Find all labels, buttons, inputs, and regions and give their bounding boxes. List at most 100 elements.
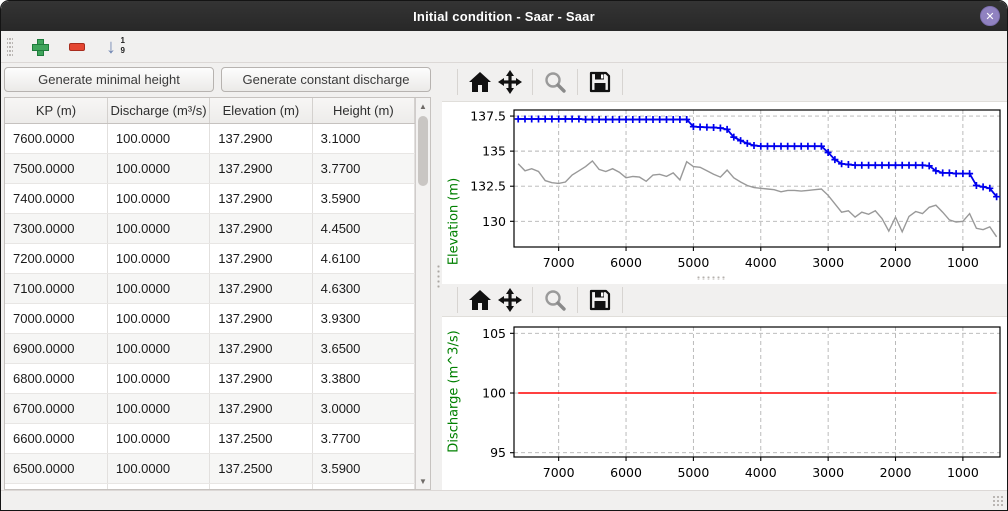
pan-button[interactable] xyxy=(495,285,525,315)
cell-height[interactable]: 4.6100 xyxy=(312,243,414,273)
sort-button[interactable]: ↓ 19 xyxy=(103,35,127,59)
table-row: 7300.0000100.0000137.29004.4500 xyxy=(5,213,415,243)
x-tick-label: 1000 xyxy=(947,465,979,480)
titlebar[interactable]: Initial condition - Saar - Saar ✕ xyxy=(1,1,1007,31)
cell-kp[interactable]: 7400.0000 xyxy=(5,183,107,213)
app-toolbar: ↓ 19 xyxy=(1,31,1007,63)
cell-kp[interactable]: 7300.0000 xyxy=(5,213,107,243)
remove-row-button[interactable] xyxy=(65,35,89,59)
cell-kp[interactable]: 6800.0000 xyxy=(5,363,107,393)
home-icon xyxy=(468,70,492,94)
sort-arrow-glyph: ↓ xyxy=(106,36,116,58)
cell-kp[interactable]: 6900.0000 xyxy=(5,333,107,363)
elevation-plot[interactable]: 7000600050004000300020001000137.5135132.… xyxy=(442,102,1007,282)
scrollbar-thumb[interactable] xyxy=(418,116,428,186)
cell-discharge[interactable]: 100.0000 xyxy=(107,243,209,273)
cell-elevation[interactable]: 137.2900 xyxy=(210,393,312,423)
cell-height[interactable]: 3.9300 xyxy=(312,303,414,333)
x-tick-label: 1000 xyxy=(947,255,979,270)
cell-elevation[interactable]: 137.2900 xyxy=(210,333,312,363)
cell-kp[interactable]: 7500.0000 xyxy=(5,153,107,183)
cell-elevation[interactable]: 137.2900 xyxy=(210,363,312,393)
cell-height[interactable]: 3.5900 xyxy=(312,183,414,213)
cell-kp[interactable]: 6500.0000 xyxy=(5,453,107,483)
discharge-plot[interactable]: 700060005000400030002000100010510095 Dis… xyxy=(442,317,1007,490)
zoom-button[interactable] xyxy=(540,67,570,97)
cell-kp[interactable]: 6700.0000 xyxy=(5,393,107,423)
column-header-kp[interactable]: KP (m) xyxy=(5,98,107,123)
splitter-grip-icon xyxy=(437,264,440,290)
cell-elevation[interactable]: 137.2900 xyxy=(210,243,312,273)
pane-splitter[interactable] xyxy=(434,63,442,490)
scroll-down-button[interactable]: ▼ xyxy=(416,473,430,489)
cell-elevation[interactable]: 137.2900 xyxy=(210,213,312,243)
cell-discharge[interactable]: 100.0000 xyxy=(107,423,209,453)
column-header-elevation[interactable]: Elevation (m) xyxy=(210,98,312,123)
cell-height[interactable]: 4.4500 xyxy=(312,213,414,243)
scroll-up-button[interactable]: ▲ xyxy=(416,98,430,114)
scrollbar-trough[interactable] xyxy=(416,114,430,473)
discharge-plot-canvas[interactable]: 700060005000400030002000100010510095 xyxy=(442,317,1007,485)
toolbar-grip[interactable] xyxy=(7,36,13,58)
home-button[interactable] xyxy=(465,67,495,97)
generate-constant-discharge-button[interactable]: Generate constant discharge xyxy=(221,67,431,92)
scroll-up-icon: ▲ xyxy=(419,102,427,111)
cell-elevation[interactable]: 137.2900 xyxy=(210,183,312,213)
save-button[interactable] xyxy=(585,285,615,315)
add-row-button[interactable] xyxy=(27,35,51,59)
data-table-frame: KP (m) Discharge (m³/s) Elevation (m) He… xyxy=(4,97,431,490)
cell-elevation[interactable]: 137.2500 xyxy=(210,453,312,483)
table-row: 7100.0000100.0000137.29004.6300 xyxy=(5,273,415,303)
table-scrollbar[interactable]: ▲ ▼ xyxy=(415,98,430,489)
cell-height[interactable]: 3.7700 xyxy=(312,423,414,453)
column-header-height[interactable]: Height (m) xyxy=(312,98,414,123)
pan-move-icon xyxy=(497,287,523,313)
elevation-plot-toolbar xyxy=(442,63,1007,102)
pan-button[interactable] xyxy=(495,67,525,97)
cell-discharge[interactable]: 100.0000 xyxy=(107,453,209,483)
x-tick-label: 4000 xyxy=(745,465,777,480)
cell-height[interactable]: 3.7700 xyxy=(312,153,414,183)
cell-discharge[interactable]: 100.0000 xyxy=(107,333,209,363)
cell-elevation[interactable]: 137.2500 xyxy=(210,423,312,453)
cell-discharge[interactable]: 100.0000 xyxy=(107,153,209,183)
x-tick-label: 7000 xyxy=(543,255,575,270)
resize-grip-icon[interactable] xyxy=(992,495,1004,507)
zoom-button[interactable] xyxy=(540,285,570,315)
table-row: 6900.0000100.0000137.29003.6500 xyxy=(5,333,415,363)
cell-height[interactable]: 3.5900 xyxy=(312,453,414,483)
generate-minimal-height-button[interactable]: Generate minimal height xyxy=(4,67,214,92)
cell-height[interactable]: 3.3800 xyxy=(312,363,414,393)
cell-empty xyxy=(312,483,414,489)
cell-kp[interactable]: 7100.0000 xyxy=(5,273,107,303)
cell-elevation[interactable]: 137.2900 xyxy=(210,123,312,153)
column-header-discharge[interactable]: Discharge (m³/s) xyxy=(107,98,209,123)
table-row-partial xyxy=(5,483,415,489)
cell-elevation[interactable]: 137.2900 xyxy=(210,153,312,183)
cell-elevation[interactable]: 137.2900 xyxy=(210,273,312,303)
cell-discharge[interactable]: 100.0000 xyxy=(107,213,209,243)
home-button[interactable] xyxy=(465,285,495,315)
cell-empty xyxy=(107,483,209,489)
cell-discharge[interactable]: 100.0000 xyxy=(107,183,209,213)
y-tick-label: 135 xyxy=(482,143,506,158)
cell-height[interactable]: 3.1000 xyxy=(312,123,414,153)
cell-height[interactable]: 3.6500 xyxy=(312,333,414,363)
cell-discharge[interactable]: 100.0000 xyxy=(107,393,209,423)
cell-discharge[interactable]: 100.0000 xyxy=(107,363,209,393)
cell-discharge[interactable]: 100.0000 xyxy=(107,123,209,153)
cell-kp[interactable]: 7000.0000 xyxy=(5,303,107,333)
cell-kp[interactable]: 6600.0000 xyxy=(5,423,107,453)
cell-kp[interactable]: 7600.0000 xyxy=(5,123,107,153)
cell-kp[interactable]: 7200.0000 xyxy=(5,243,107,273)
cell-discharge[interactable]: 100.0000 xyxy=(107,273,209,303)
plot-splitter[interactable] xyxy=(442,282,1007,284)
table-row: 7500.0000100.0000137.29003.7700 xyxy=(5,153,415,183)
elevation-plot-canvas[interactable]: 7000600050004000300020001000137.5135132.… xyxy=(442,102,1007,277)
save-button[interactable] xyxy=(585,67,615,97)
cell-height[interactable]: 4.6300 xyxy=(312,273,414,303)
cell-height[interactable]: 3.0000 xyxy=(312,393,414,423)
cell-discharge[interactable]: 100.0000 xyxy=(107,303,209,333)
cell-elevation[interactable]: 137.2900 xyxy=(210,303,312,333)
close-button[interactable]: ✕ xyxy=(980,6,1000,26)
